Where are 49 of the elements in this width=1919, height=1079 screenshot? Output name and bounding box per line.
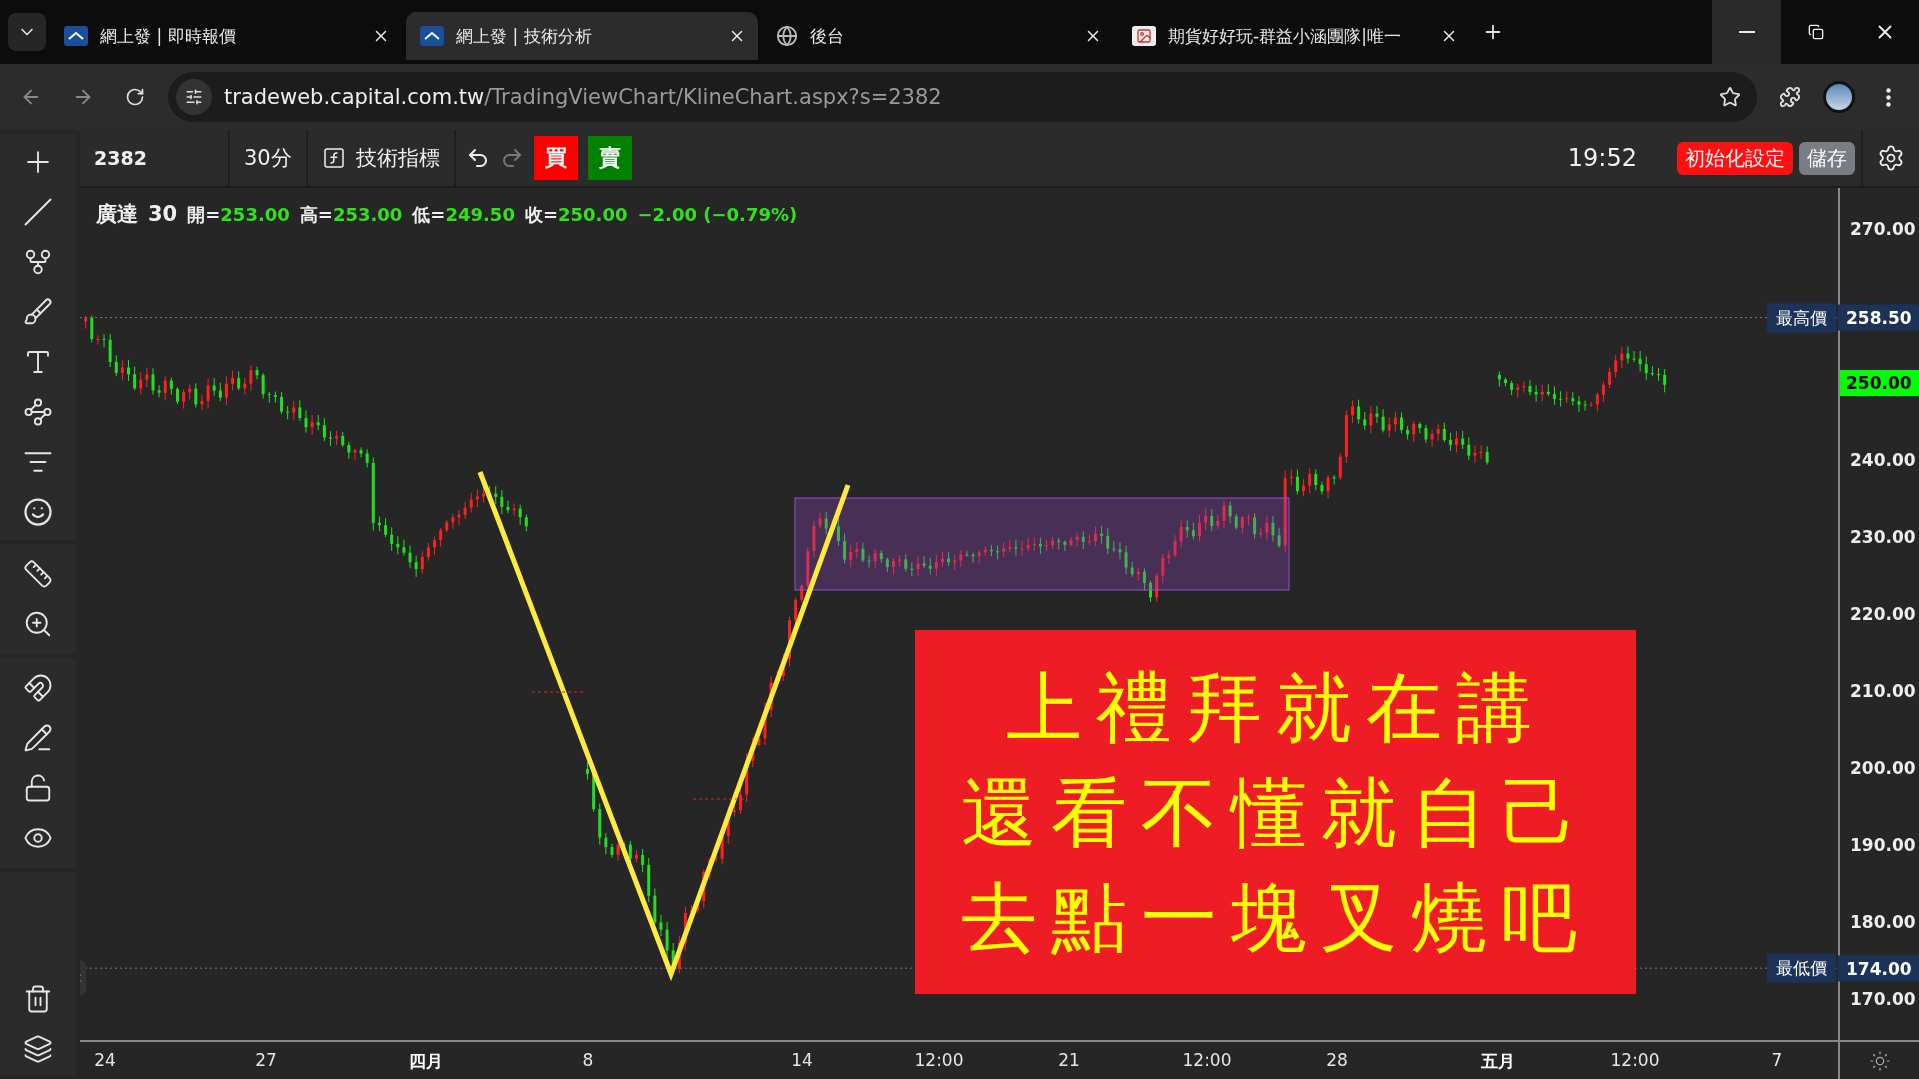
browser-tab[interactable]: 網上發 | 即時報價 xyxy=(50,12,402,60)
price-label: 220.00 xyxy=(1850,604,1916,624)
ohlc-value: 開=253.00 xyxy=(187,203,290,227)
price-label: 270.00 xyxy=(1850,219,1916,239)
symbol-name: 廣達 xyxy=(96,201,138,228)
time-label: 27 xyxy=(255,1050,277,1070)
trade-button[interactable]: 賣 xyxy=(587,136,632,180)
price-label: 230.00 xyxy=(1850,527,1916,547)
time-label: 7 xyxy=(1771,1050,1783,1070)
price-change: −2.00 (−0.79%) xyxy=(637,204,798,225)
price-label: 210.00 xyxy=(1850,681,1916,701)
last-price-label: 250.00 xyxy=(1840,370,1919,396)
marker-price: 258.50 xyxy=(1838,304,1919,331)
price-label: 240.00 xyxy=(1850,450,1916,470)
time-label: 8 xyxy=(582,1050,594,1070)
trade-button[interactable]: 買 xyxy=(533,136,578,180)
price-label: 180.00 xyxy=(1850,912,1916,932)
note-text: 上禮拜就在講 xyxy=(1005,661,1546,754)
marker-label: 最低價 xyxy=(1767,953,1836,983)
time-label: 24 xyxy=(94,1050,116,1070)
ohlc-value: 高=253.00 xyxy=(299,203,403,227)
clock-time: 19:52 xyxy=(1567,144,1637,172)
interval-label: 30 xyxy=(148,202,178,226)
price-label: 200.00 xyxy=(1850,758,1916,778)
time-label: 12:00 xyxy=(914,1050,964,1070)
time-label: 21 xyxy=(1058,1050,1080,1070)
time-label: 五月 xyxy=(1481,1050,1515,1073)
marker-price: 174.00 xyxy=(1838,955,1919,982)
note-text: 還看不懂就自己 xyxy=(960,766,1591,859)
browser-tab[interactable]: 後台 xyxy=(762,12,1114,60)
ohlc-value: 低=249.50 xyxy=(412,203,515,227)
interval-button[interactable]: 30分 xyxy=(230,130,308,186)
browser-tab[interactable]: 期貨好好玩-群益小涵團隊|唯一 xyxy=(1118,12,1470,60)
time-label: 28 xyxy=(1326,1050,1348,1070)
browser-tab[interactable]: 網上發 | 技術分析 xyxy=(406,12,758,60)
time-label: 四月 xyxy=(409,1050,443,1073)
price-label: 190.00 xyxy=(1850,835,1916,855)
save-button[interactable]: 儲存 xyxy=(1799,141,1855,175)
address-bar[interactable]: tradeweb.capital.com.tw/TradingViewChart/KlineChart.aspx?s=2382 xyxy=(168,72,1757,122)
price-label: 170.00 xyxy=(1850,989,1916,1009)
time-label: 12:00 xyxy=(1610,1050,1660,1070)
ohlc-value: 收=250.00 xyxy=(524,203,628,227)
symbol-field[interactable]: 2382 xyxy=(94,147,147,169)
indicators-button[interactable]: 技術指標 xyxy=(307,130,456,186)
reset-button[interactable]: 初始化設定 xyxy=(1677,141,1793,175)
time-label: 14 xyxy=(791,1050,813,1070)
time-label: 12:00 xyxy=(1182,1050,1232,1070)
marker-label: 最高價 xyxy=(1767,303,1836,333)
note-text: 去點一塊叉燒吧 xyxy=(960,871,1591,964)
